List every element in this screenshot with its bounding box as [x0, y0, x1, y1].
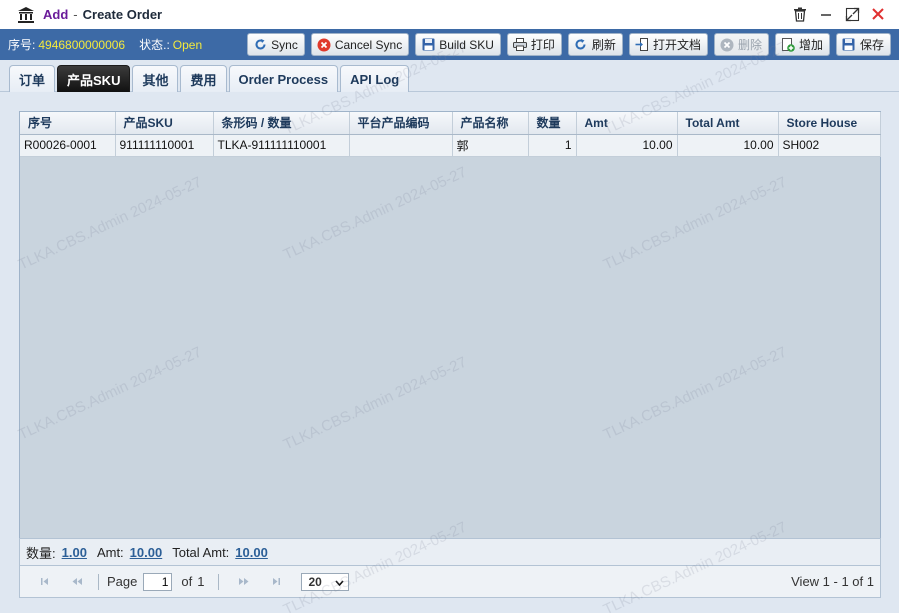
tab-api-log[interactable]: API Log	[340, 65, 410, 92]
table-cell: 10.00	[677, 134, 779, 157]
chevron-down-icon	[335, 575, 345, 589]
of-label: of	[181, 574, 193, 589]
sync-button-label: Sync	[271, 37, 298, 52]
amt-total-value: 10.00	[129, 544, 163, 560]
tab-other[interactable]: 其他	[132, 65, 179, 92]
floppy-icon	[842, 38, 856, 52]
seq-label: 序号:	[8, 38, 36, 52]
grid-pager: Page of 1 20 View 1 - 1 of 1	[19, 566, 881, 598]
column-header[interactable]: 产品SKU	[115, 112, 214, 135]
title-mode: Add	[43, 7, 69, 22]
sku-table: 序号 产品SKU 条形码 / 数量 平台产品编码 产品名称 数量 Amt Tot…	[20, 112, 881, 157]
table-cell: SH002	[778, 134, 881, 157]
window-title: Create Order	[82, 7, 163, 22]
column-header[interactable]: 数量	[528, 112, 577, 135]
open-document-button-label: 打开文档	[652, 38, 701, 52]
refresh-icon	[253, 38, 267, 52]
column-header[interactable]: 序号	[20, 112, 116, 135]
delete-button-label: 删除	[737, 38, 762, 52]
page-size-value: 20	[308, 574, 322, 589]
column-header[interactable]: 条形码 / 数量	[213, 112, 350, 135]
print-button-label: 打印	[530, 38, 555, 52]
page-number-input[interactable]	[143, 572, 173, 591]
next-page-icon[interactable]	[237, 575, 251, 589]
tab-order[interactable]: 订单	[9, 65, 56, 92]
pager-separator	[218, 573, 220, 590]
seq-value: 4946800000006	[38, 37, 126, 52]
trash-icon[interactable]	[791, 5, 809, 23]
status-label: 状态.:	[139, 38, 170, 52]
table-cell: 911111110001	[115, 134, 214, 157]
last-page-icon[interactable]	[269, 575, 283, 589]
floppy-icon	[421, 38, 435, 52]
refresh-icon	[574, 38, 588, 52]
column-header[interactable]: Store House	[778, 112, 881, 135]
delete-button[interactable]: 删除	[713, 33, 769, 56]
sync-button[interactable]: Sync	[247, 33, 305, 56]
delete-icon	[720, 38, 734, 52]
add-button[interactable]: 增加	[774, 33, 830, 56]
bank-icon	[17, 6, 35, 24]
first-page-icon[interactable]	[38, 575, 52, 589]
view-range-text: View 1 - 1 of 1	[791, 574, 874, 589]
title-separator: -	[73, 7, 78, 22]
tab-bar: 订单 产品SKU 其他 费用 Order Process API Log	[0, 60, 899, 92]
column-header[interactable]: Total Amt	[677, 112, 779, 135]
add-document-icon	[781, 37, 795, 52]
close-icon[interactable]	[869, 5, 887, 23]
qty-total-label: 数量:	[26, 545, 56, 561]
build-sku-button[interactable]: Build SKU	[415, 33, 501, 56]
amt-total-label: Amt:	[96, 544, 124, 560]
table-cell	[349, 134, 453, 157]
table-cell: 10.00	[576, 134, 678, 157]
sku-grid: 序号 产品SKU 条形码 / 数量 平台产品编码 产品名称 数量 Amt Tot…	[19, 111, 881, 566]
maximize-icon[interactable]	[843, 5, 861, 23]
column-header[interactable]: Amt	[576, 112, 678, 135]
table-row[interactable]: R00026-0001 911111110001 TLKA-9111111100…	[20, 134, 881, 157]
total-pages: 1	[197, 574, 205, 589]
tab-order-process[interactable]: Order Process	[228, 65, 339, 92]
tab-list: 订单 产品SKU 其他 费用 Order Process API Log	[9, 65, 410, 92]
add-button-label: 增加	[798, 38, 823, 52]
pager-separator	[98, 573, 99, 590]
printer-icon	[512, 38, 527, 52]
refresh-button[interactable]: 刷新	[567, 33, 623, 56]
save-button[interactable]: 保存	[835, 33, 891, 56]
tab-product-sku[interactable]: 产品SKU	[57, 65, 131, 92]
table-header-row: 序号 产品SKU 条形码 / 数量 平台产品编码 产品名称 数量 Amt Tot…	[20, 112, 881, 135]
build-sku-button-label: Build SKU	[439, 37, 494, 52]
toolbar-buttons: Sync Cancel Sync Build SKU 打印 刷新 打开文档 删除	[247, 33, 891, 56]
refresh-button-label: 刷新	[591, 38, 616, 52]
tab-fees[interactable]: 费用	[180, 65, 227, 92]
column-header[interactable]: 平台产品编码	[349, 112, 453, 135]
save-button-label: 保存	[859, 38, 884, 52]
status-value: Open	[172, 37, 203, 52]
order-toolbar: 序号: 4946800000006 状态.: Open Sync Cancel …	[0, 29, 899, 60]
cancel-icon	[317, 38, 331, 52]
grid-summary: 数量: 1.00 Amt: 10.00 Total Amt: 10.00	[19, 538, 881, 566]
print-button[interactable]: 打印	[506, 33, 562, 56]
table-cell: 郭	[452, 134, 529, 157]
grand-total-value: 10.00	[235, 544, 268, 560]
column-header[interactable]: 产品名称	[452, 112, 529, 135]
table-cell: 1	[528, 134, 577, 157]
qty-total-value: 1.00	[61, 544, 87, 560]
page-size-select[interactable]: 20	[301, 572, 350, 591]
window-controls	[791, 5, 887, 23]
table-cell: R00026-0001	[20, 134, 116, 157]
tab-content: 序号 产品SKU 条形码 / 数量 平台产品编码 产品名称 数量 Amt Tot…	[0, 92, 899, 613]
page-label: Page	[107, 574, 138, 589]
window-titlebar: Add - Create Order	[0, 0, 899, 29]
prev-page-icon[interactable]	[70, 575, 84, 589]
table-cell: TLKA-911111110001	[213, 134, 350, 157]
minimize-icon[interactable]	[817, 5, 835, 23]
cancel-sync-button-label: Cancel Sync	[334, 37, 403, 52]
open-document-button[interactable]: 打开文档	[628, 33, 708, 56]
open-document-icon	[635, 38, 649, 52]
grand-total-label: Total Amt:	[172, 544, 230, 560]
cancel-sync-button[interactable]: Cancel Sync	[310, 33, 410, 56]
